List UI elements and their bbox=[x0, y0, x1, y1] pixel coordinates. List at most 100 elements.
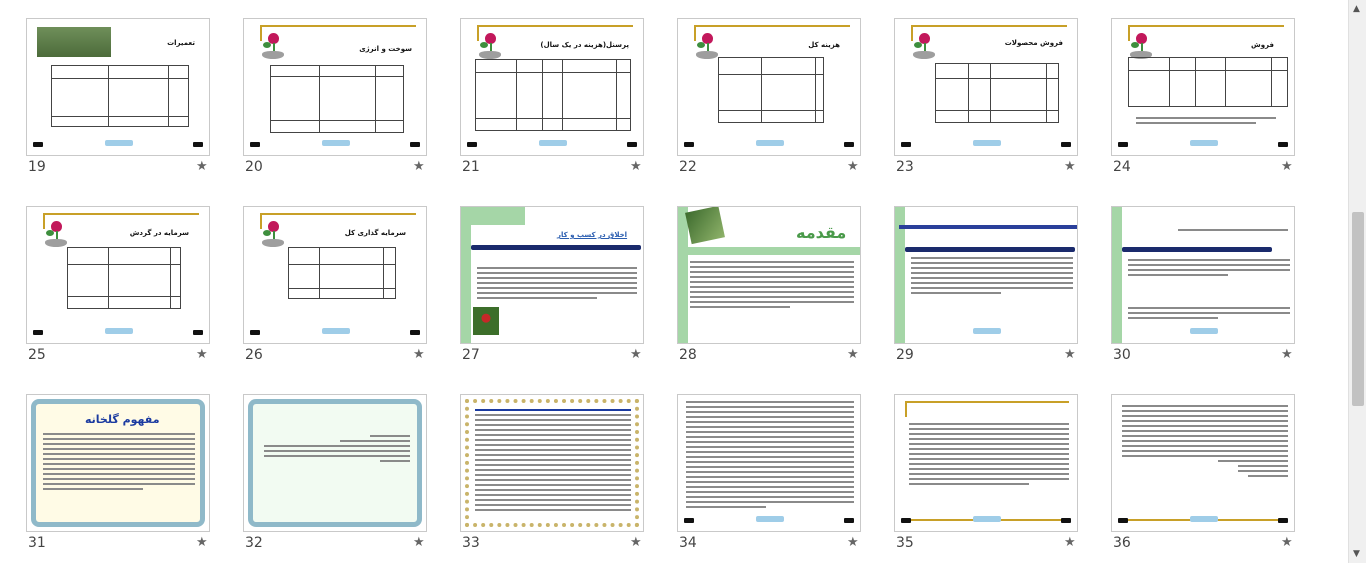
slide-title: فروش محصولات bbox=[1004, 39, 1063, 47]
arrow-up-icon[interactable]: ▲ bbox=[1353, 4, 1360, 14]
star-icon[interactable]: ★ bbox=[1281, 159, 1293, 174]
slide-thumbnail[interactable] bbox=[1111, 206, 1295, 344]
slide-cell[interactable]: تعمیرات 19 ★ bbox=[26, 18, 216, 188]
slide-thumbnail[interactable] bbox=[894, 394, 1078, 532]
slide-title: سرمایه گذاری کل bbox=[344, 229, 406, 237]
slide-number: 28 bbox=[679, 347, 697, 363]
slide-number: 25 bbox=[28, 347, 46, 363]
slide-number: 24 bbox=[1113, 159, 1131, 175]
slide-thumbnail[interactable]: سرمایه گذاری کل bbox=[243, 206, 427, 344]
star-icon[interactable]: ★ bbox=[1281, 535, 1293, 550]
slide-thumbnail[interactable]: اخلاق در کسب و کار bbox=[460, 206, 644, 344]
slide-cell[interactable]: سوخت و انرژی 20 ★ bbox=[243, 18, 433, 188]
slide-number: 35 bbox=[896, 535, 914, 551]
slide-cell[interactable]: مفهوم گلخانه 31 ★ bbox=[26, 394, 216, 563]
slide-thumbnail[interactable]: هزینه کل bbox=[677, 18, 861, 156]
slide-number: 27 bbox=[462, 347, 480, 363]
star-icon[interactable]: ★ bbox=[1064, 347, 1076, 362]
slide-cell[interactable]: مقدمه 28 ★ bbox=[677, 206, 867, 376]
slide-number: 23 bbox=[896, 159, 914, 175]
slide-cell[interactable]: اخلاق در کسب و کار 27 ★ bbox=[460, 206, 650, 376]
rose-icon bbox=[1130, 33, 1152, 59]
flower-photo bbox=[473, 307, 499, 335]
star-icon[interactable]: ★ bbox=[847, 159, 859, 174]
slide-table bbox=[718, 57, 824, 123]
star-icon[interactable]: ★ bbox=[847, 347, 859, 362]
slide-thumbnail[interactable] bbox=[243, 394, 427, 532]
slide-thumbnail[interactable]: سرمایه در گردش bbox=[26, 206, 210, 344]
slide-table bbox=[475, 59, 631, 131]
slide-sorter: تعمیرات 19 ★ سوخت و انرژی 20 ★ پرسنل(هزی… bbox=[0, 0, 1348, 563]
rose-icon bbox=[45, 221, 67, 247]
rose-icon bbox=[479, 33, 501, 59]
slide-cell[interactable]: 34 ★ bbox=[677, 394, 867, 563]
slide-title: اخلاق در کسب و کار bbox=[557, 231, 628, 239]
slide-thumbnail[interactable] bbox=[894, 206, 1078, 344]
slide-thumbnail[interactable] bbox=[460, 394, 644, 532]
slide-number: 32 bbox=[245, 535, 263, 551]
slide-thumbnail[interactable]: فروش bbox=[1111, 18, 1295, 156]
slide-table bbox=[51, 65, 189, 127]
slide-thumbnail[interactable]: تعمیرات bbox=[26, 18, 210, 156]
slide-cell[interactable]: 29 ★ bbox=[894, 206, 1084, 376]
star-icon[interactable]: ★ bbox=[413, 159, 425, 174]
star-icon[interactable]: ★ bbox=[1281, 347, 1293, 362]
slide-cell[interactable]: 30 ★ bbox=[1111, 206, 1301, 376]
star-icon[interactable]: ★ bbox=[413, 535, 425, 550]
slide-number: 31 bbox=[28, 535, 46, 551]
rose-icon bbox=[262, 33, 284, 59]
scrollbar-thumb[interactable] bbox=[1352, 212, 1364, 406]
star-icon[interactable]: ★ bbox=[196, 347, 208, 362]
slide-title: مفهوم گلخانه bbox=[85, 413, 160, 426]
star-icon[interactable]: ★ bbox=[196, 159, 208, 174]
slide-table bbox=[1128, 57, 1288, 107]
slide-thumbnail[interactable] bbox=[1111, 394, 1295, 532]
slide-table bbox=[935, 63, 1059, 123]
slide-title: سرمایه در گردش bbox=[129, 229, 189, 237]
slide-cell[interactable]: 32 ★ bbox=[243, 394, 433, 563]
slide-table bbox=[67, 247, 181, 309]
slide-thumbnail[interactable]: پرسنل(هزینه در یک سال) bbox=[460, 18, 644, 156]
slide-cell[interactable]: سرمایه گذاری کل 26 ★ bbox=[243, 206, 433, 376]
slide-table bbox=[270, 65, 404, 133]
slide-title: پرسنل(هزینه در یک سال) bbox=[540, 41, 629, 49]
slide-number: 36 bbox=[1113, 535, 1131, 551]
slide-cell[interactable]: 35 ★ bbox=[894, 394, 1084, 563]
star-icon[interactable]: ★ bbox=[630, 347, 642, 362]
slide-thumbnail[interactable]: مفهوم گلخانه bbox=[26, 394, 210, 532]
slide-table bbox=[288, 247, 396, 299]
slide-cell[interactable]: فروش محصولات 23 ★ bbox=[894, 18, 1084, 188]
slide-number: 20 bbox=[245, 159, 263, 175]
arrow-down-icon[interactable]: ▼ bbox=[1353, 549, 1360, 559]
slide-title: تعمیرات bbox=[167, 39, 195, 47]
star-icon[interactable]: ★ bbox=[1064, 535, 1076, 550]
slide-thumbnail[interactable]: مقدمه bbox=[677, 206, 861, 344]
slide-cell[interactable]: پرسنل(هزینه در یک سال) 21 ★ bbox=[460, 18, 650, 188]
star-icon[interactable]: ★ bbox=[1064, 159, 1076, 174]
slide-number: 33 bbox=[462, 535, 480, 551]
slide-number: 21 bbox=[462, 159, 480, 175]
slide-cell[interactable]: فروش 24 ★ bbox=[1111, 18, 1301, 188]
slide-cell[interactable]: 36 ★ bbox=[1111, 394, 1301, 563]
vertical-scrollbar[interactable]: ▲ ▼ bbox=[1348, 0, 1366, 563]
rose-icon bbox=[262, 221, 284, 247]
star-icon[interactable]: ★ bbox=[196, 535, 208, 550]
rose-icon bbox=[696, 33, 718, 59]
slide-number: 34 bbox=[679, 535, 697, 551]
slide-thumbnail[interactable] bbox=[677, 394, 861, 532]
slide-title: مقدمه bbox=[796, 223, 847, 242]
slide-title: فروش bbox=[1251, 41, 1274, 49]
star-icon[interactable]: ★ bbox=[847, 535, 859, 550]
slide-cell[interactable]: هزینه کل 22 ★ bbox=[677, 18, 867, 188]
slide-thumbnail[interactable]: فروش محصولات bbox=[894, 18, 1078, 156]
slide-number: 29 bbox=[896, 347, 914, 363]
slide-title: سوخت و انرژی bbox=[359, 45, 412, 53]
slide-number: 22 bbox=[679, 159, 697, 175]
star-icon[interactable]: ★ bbox=[630, 159, 642, 174]
star-icon[interactable]: ★ bbox=[630, 535, 642, 550]
slide-thumbnail[interactable]: سوخت و انرژی bbox=[243, 18, 427, 156]
slide-number: 30 bbox=[1113, 347, 1131, 363]
star-icon[interactable]: ★ bbox=[413, 347, 425, 362]
slide-cell[interactable]: 33 ★ bbox=[460, 394, 650, 563]
slide-cell[interactable]: سرمایه در گردش 25 ★ bbox=[26, 206, 216, 376]
